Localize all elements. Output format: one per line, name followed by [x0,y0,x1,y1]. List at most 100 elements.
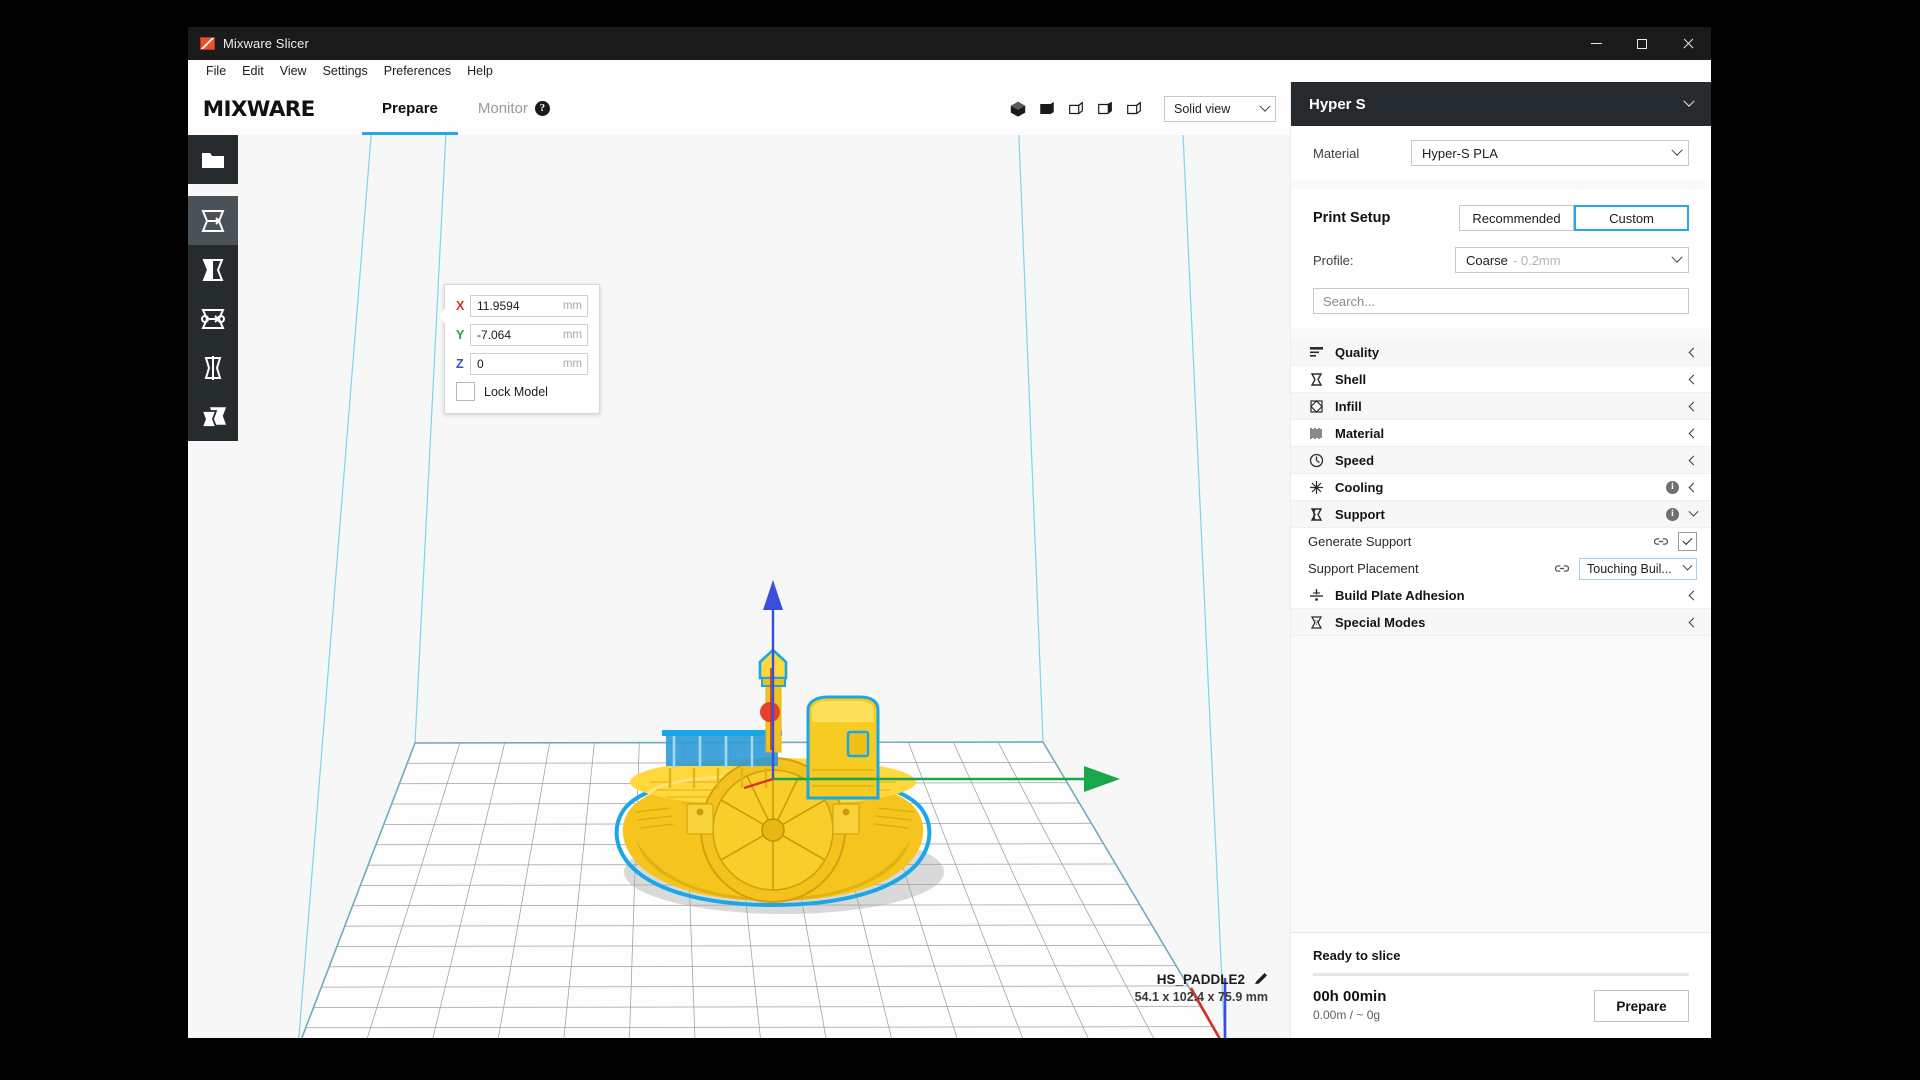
help-icon[interactable]: ? [534,101,550,116]
chevron-down-icon [1683,95,1695,107]
setting-label: Support Placement [1308,561,1419,576]
main-body: MIXWARE Prepare Monitor ? Solid view X 1… [188,82,1711,1038]
print-setup-card: Print Setup Recommended Custom Profile: … [1291,189,1711,328]
chevron-down-icon[interactable] [1688,506,1699,517]
axis-label-y: Y [456,328,465,342]
model-name: HS_PADDLE2 [1156,972,1245,987]
generate-support-checkbox[interactable] [1678,532,1697,551]
link-icon[interactable] [1555,563,1569,574]
shell-icon [1310,372,1323,386]
chevron-left-icon[interactable] [1688,482,1699,492]
title-bar: Mixware Slicer [188,27,1711,60]
menu-item-edit[interactable]: Edit [234,62,272,80]
view-front-icon[interactable] [1038,100,1056,118]
category-label: Shell [1335,371,1367,387]
printer-selector[interactable]: Hyper S [1291,82,1711,126]
support-placement-select[interactable]: Touching Buil... [1579,557,1697,580]
tab-monitor[interactable]: Monitor ? [458,82,570,135]
setting-generate-support: Generate Support [1291,528,1711,555]
position-unit-y: mm [562,329,582,341]
slice-estimates: 00h 00min 0.00m / ~ 0g [1313,988,1386,1022]
chevron-left-icon[interactable] [1688,590,1699,600]
category-special-modes[interactable]: ? Special Modes [1291,609,1711,636]
setting-controls [1654,532,1697,551]
menu-item-settings[interactable]: Settings [315,62,376,80]
view-mode-select[interactable]: Solid view [1164,95,1276,122]
category-quality[interactable]: Quality [1291,339,1711,366]
mirror-tool-button[interactable] [188,343,238,392]
position-panel: X 11.9594 mm Y -7.064 mm Z 0 mm Lock Mod… [438,284,600,414]
window-controls [1573,27,1711,60]
lock-model-row[interactable]: Lock Model [456,382,588,401]
lock-model-checkbox[interactable] [456,382,475,401]
position-row-x: X 11.9594 mm [456,295,588,317]
info-icon[interactable]: i [1666,507,1679,521]
view-3d-icon[interactable] [1009,100,1027,118]
material-select[interactable]: Hyper-S PLA [1411,140,1689,166]
category-support[interactable]: Support i [1291,501,1711,528]
chevron-left-icon[interactable] [1688,374,1699,384]
category-shell[interactable]: Shell [1291,366,1711,393]
position-unit-z: mm [562,358,582,370]
chevron-left-icon[interactable] [1688,428,1699,438]
app-bar: MIXWARE Prepare Monitor ? Solid view [188,82,1290,135]
material-usage: 0.00m / ~ 0g [1313,1008,1381,1022]
chevron-left-icon[interactable] [1688,455,1699,465]
scale-tool-button[interactable] [188,245,238,294]
search-input[interactable]: Search... [1313,288,1689,314]
chevron-left-icon[interactable] [1688,347,1699,357]
panel-spacer [1291,636,1711,932]
application-window: Mixware Slicer File Edit View Settings P… [188,27,1711,1038]
menu-item-preferences[interactable]: Preferences [376,62,459,80]
profile-select[interactable]: Coarse - 0.2mm [1455,247,1689,273]
category-cooling[interactable]: Cooling i [1291,474,1711,501]
per-model-settings-button[interactable] [188,392,238,441]
material-icon [1310,427,1322,439]
move-tool-button[interactable] [188,196,238,245]
rotate-tool-button[interactable] [188,294,238,343]
close-button[interactable] [1665,27,1711,60]
window-title: Mixware Slicer [223,36,309,51]
minimize-button[interactable] [1573,27,1619,60]
profile-layer-height: - 0.2mm [1512,252,1561,268]
view-top-icon[interactable] [1067,100,1085,118]
svg-text:?: ? [1315,619,1318,627]
3d-viewport[interactable] [188,82,1290,1038]
support-icon [1310,507,1323,521]
slice-card: Ready to slice 00h 00min 0.00m / ~ 0g Pr… [1291,932,1711,1038]
axis-label-z: Z [456,357,464,371]
category-label: Speed [1335,452,1375,468]
setting-support-placement: Support Placement Touching Buil... [1291,555,1711,582]
info-icon[interactable]: i [1666,480,1679,494]
view-mode-value: Solid view [1174,101,1231,116]
position-input-z[interactable]: 0 mm [470,353,588,375]
pencil-icon[interactable] [1253,972,1268,987]
view-left-icon[interactable] [1096,100,1114,118]
open-file-button[interactable] [188,135,238,184]
category-material[interactable]: Material [1291,420,1711,447]
mirror-tool-icon [204,355,222,380]
view-right-icon[interactable] [1125,100,1143,118]
mode-custom-button[interactable]: Custom [1574,205,1689,231]
chevron-left-icon[interactable] [1688,617,1699,627]
position-input-y[interactable]: -7.064 mm [470,324,588,346]
menu-item-view[interactable]: View [272,62,315,80]
category-build-plate-adhesion[interactable]: Build Plate Adhesion [1291,582,1711,609]
category-speed[interactable]: Speed [1291,447,1711,474]
link-icon[interactable] [1654,536,1668,547]
menu-bar: File Edit View Settings Preferences Help [188,60,1711,82]
slice-status: Ready to slice [1313,948,1401,963]
category-controls [1688,428,1699,438]
slice-summary: 00h 00min 0.00m / ~ 0g Prepare [1313,988,1689,1022]
tab-prepare[interactable]: Prepare [362,82,458,135]
maximize-icon [1637,38,1647,49]
menu-item-help[interactable]: Help [459,62,501,80]
maximize-button[interactable] [1619,27,1665,60]
mode-recommended-button[interactable]: Recommended [1459,205,1574,231]
position-input-x[interactable]: 11.9594 mm [470,295,588,317]
prepare-button[interactable]: Prepare [1594,990,1689,1022]
menu-item-file[interactable]: File [198,62,234,80]
chevron-left-icon[interactable] [1688,401,1699,411]
category-infill[interactable]: Infill [1291,393,1711,420]
chevron-down-icon [1259,100,1271,112]
